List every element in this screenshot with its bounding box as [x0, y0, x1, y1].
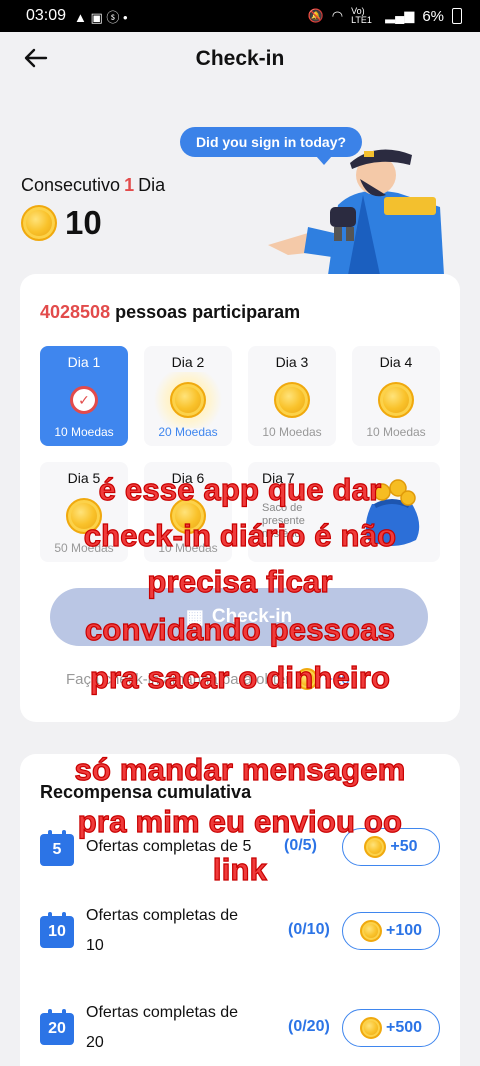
reward-claim-button[interactable]: +50 — [342, 828, 440, 866]
participants-label: pessoas participaram — [115, 302, 301, 322]
coin-icon — [274, 382, 310, 418]
captain-illustration — [268, 149, 444, 275]
consecutive-prefix: Consecutivo — [21, 175, 121, 195]
reward-amount: +50 — [390, 838, 418, 855]
coin-icon — [378, 382, 414, 418]
cumulative-title: Recompensa cumulativa — [40, 782, 252, 802]
coin-icon — [170, 498, 206, 534]
consecutive-suffix: Dia — [138, 175, 166, 195]
day-label: Dia 2 — [171, 354, 205, 370]
participants-number: 4028508 — [40, 302, 111, 322]
day-2-tile[interactable]: Dia 2 20 Moedas — [144, 346, 232, 446]
day-reward: 20 Moedas — [158, 425, 218, 439]
reward-row: 5 Ofertas completas de 5 (0/5) +50 — [40, 828, 440, 868]
day-label: Dia 6 — [171, 470, 205, 486]
day-label: Dia 1 — [67, 354, 101, 370]
reward-label-line2: 10 — [86, 937, 104, 954]
reward-claim-button[interactable]: +100 — [342, 912, 440, 950]
app-header: Check-in — [0, 32, 480, 86]
day-6-tile[interactable]: Dia 6 10 Moedas — [144, 462, 232, 562]
page-title: Check-in — [195, 47, 285, 70]
reward-label: Ofertas completas de — [86, 907, 239, 924]
day-reward: 10 Moedas — [262, 425, 322, 439]
back-arrow-icon[interactable] — [22, 44, 50, 72]
coin-balance: 10 — [21, 204, 102, 242]
coin-icon — [21, 205, 57, 241]
reward-label-line2: 20 — [86, 1034, 104, 1051]
reward-amount: +500 — [385, 1019, 423, 1036]
tomorrow-tip: Faça check-in amanhã para obter +20 — [66, 668, 350, 690]
checkin-button[interactable]: ▦ Check-in — [50, 588, 428, 646]
tip-bonus: +20 — [324, 670, 350, 688]
cumulative-reward-card: Recompensa cumulativa 5 Ofertas completa… — [20, 754, 460, 1066]
day-label: Dia 3 — [275, 354, 309, 370]
signal-icon: ▂▄▆ — [385, 8, 415, 23]
checkmark-icon: ✓ — [70, 386, 98, 414]
day-7-tile[interactable]: Dia 7 Saco de presente mistério — [248, 462, 440, 562]
day-reward: 10 Moedas — [366, 425, 426, 439]
battery-level: 6% — [422, 7, 444, 25]
checkin-button-label: Check-in — [211, 606, 293, 627]
reward-progress: (0/20) — [288, 1018, 330, 1035]
consecutive-days: Consecutivo 1 Dia — [21, 175, 165, 196]
consecutive-count: 1 — [124, 175, 135, 195]
reward-label: Ofertas completas de — [86, 1004, 239, 1021]
day-label: Dia 4 — [379, 354, 413, 370]
tip-text: Faça check-in amanhã para obter — [66, 670, 291, 688]
reward-label: Ofertas completas de 5 — [86, 838, 252, 855]
day-3-tile[interactable]: Dia 3 10 Moedas — [248, 346, 336, 446]
coin-icon — [359, 1017, 382, 1039]
day-label: Dia 5 — [67, 470, 101, 486]
coin-icon — [296, 668, 319, 690]
coin-balance-value: 10 — [65, 204, 102, 241]
reward-amount: +100 — [385, 922, 423, 939]
status-bar: 03:09 ▲ ▣ ⓢ • 🔕 ◠ Vo) LTE1 ▂▄▆ 6% — [0, 0, 480, 32]
checkin-card: 4028508 pessoas participaram Dia 1 ✓ 10 … — [20, 274, 460, 722]
mute-icon: 🔕 — [307, 8, 324, 23]
day-reward: 50 Moedas — [54, 541, 114, 555]
notification-icons: ▲ ▣ ⓢ • — [74, 9, 128, 25]
calendar-icon: ▦ — [185, 606, 204, 628]
coin-icon — [66, 498, 102, 534]
day-reward: 10 Moedas — [158, 541, 218, 555]
status-time: 03:09 — [26, 7, 67, 24]
day-1-tile[interactable]: Dia 1 ✓ 10 Moedas — [40, 346, 128, 446]
network-label: Vo) LTE1 — [351, 6, 372, 25]
coin-icon — [170, 382, 206, 418]
reward-row: 10 Ofertas completas de 10 (0/10) +100 — [40, 900, 440, 962]
reward-row: 20 Ofertas completas de 20 (0/20) +500 — [40, 997, 440, 1059]
coin-icon — [359, 920, 382, 942]
day-5-tile[interactable]: Dia 5 50 Moedas — [40, 462, 128, 562]
calendar-badge-icon: 10 — [40, 912, 74, 948]
gift-bag-icon — [365, 479, 420, 546]
wifi-icon: ◠ — [331, 8, 344, 23]
reward-claim-button[interactable]: +500 — [342, 1009, 440, 1047]
day-reward: 10 Moedas — [54, 425, 114, 439]
participants-count: 4028508 pessoas participaram — [40, 302, 300, 323]
calendar-badge-icon: 20 — [40, 1009, 74, 1045]
battery-icon — [452, 8, 462, 24]
day-4-tile[interactable]: Dia 4 10 Moedas — [352, 346, 440, 446]
mystery-gift-label: Saco de presente mistério — [262, 502, 305, 540]
calendar-badge-icon: 5 — [40, 830, 74, 866]
reward-progress: (0/5) — [284, 837, 317, 854]
reward-progress: (0/10) — [288, 921, 330, 938]
coin-icon — [364, 836, 387, 858]
